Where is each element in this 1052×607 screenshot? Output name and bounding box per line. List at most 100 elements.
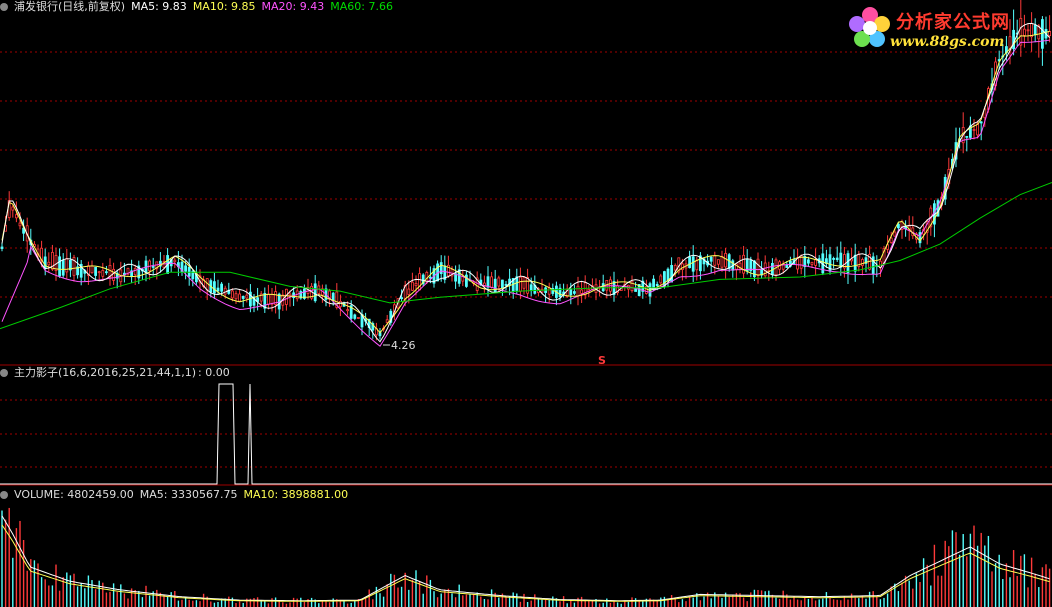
candle-body [720,255,724,268]
candle-body [835,257,839,261]
candle-body [428,276,432,279]
candle-body [580,289,583,294]
candle-body [18,222,22,227]
logo-url: www.88gs.com [890,34,1005,50]
candle-body [846,253,850,273]
volume-ma10: MA10: 3898881.00 [243,488,349,501]
volume-ma5: MA5: 3330567.75 [139,488,238,501]
candle-body [504,284,508,286]
candle-body [353,314,357,319]
candle-body [601,283,605,292]
chart-marks: 4.26 S [383,339,606,367]
candle-body [0,246,4,249]
candle-body [576,285,580,297]
candle-body [184,265,188,272]
ma10-line [1,30,1050,334]
candle-body [490,276,494,288]
candle-body [861,259,864,266]
candle-body [216,287,220,292]
candle-body [807,259,810,264]
candle-body [832,258,835,260]
candle-body [400,297,404,300]
candle-body [799,255,803,269]
volume-panel-header: VOLUME: 4802459.00 MA5: 3330567.75 MA10: 3… [0,488,354,502]
candle-body [979,121,983,124]
sell-marker: S [598,354,606,367]
panel-dot-icon[interactable] [0,3,8,11]
candle-body [331,292,335,302]
candle-body [385,319,389,323]
candle-body [573,291,576,294]
candle-body [814,259,817,266]
candle-body [97,271,101,274]
volume-bars [1,507,1051,607]
candle-body [133,268,137,276]
candle-body [230,290,234,299]
candle-body [529,284,533,291]
candle-body [101,270,105,277]
indicator-title: 主力影子(16,6,2016,25,21,44,1,1) [14,366,197,379]
candle-body [785,264,789,268]
panel-dot-icon[interactable] [0,369,8,377]
candle-body [691,256,695,272]
candle-body [94,266,97,276]
candle-body [688,256,691,269]
ma10-value: MA10: 9.85 [192,0,256,13]
price-panel-header: 浦发银行(日线,前复权) MA5: 9.83 MA10: 9.85 MA20: 9.4… [0,0,399,14]
candle-body [972,129,976,131]
candle-body [223,287,227,295]
candle-body [173,259,177,263]
candle-body [965,135,969,138]
candle-body [241,295,245,299]
candle-body [245,294,249,299]
candle-body [263,292,267,309]
ma20-line [1,39,1050,347]
candle-body [238,293,242,302]
candle-body [61,259,65,276]
candle-body [796,257,799,270]
price-title: 浦发银行(日线,前复权) [14,0,126,13]
candle-body [673,264,677,271]
candle-body [410,281,414,291]
candle-body [839,252,843,268]
volume-ma5-line [1,515,1050,602]
candle-body [414,283,418,286]
candle-body [655,283,659,287]
candle-body [695,259,699,271]
candle-body [464,274,468,287]
stock-chart[interactable]: 4.26 S [0,0,1052,607]
indicator-value: : 0.00 [198,366,230,379]
ma60-value: MA60: 7.66 [330,0,393,13]
candle-body [893,231,897,237]
candle-body [889,237,893,243]
candle-body [810,262,814,265]
candle-body [976,123,979,136]
candle-body [897,223,900,229]
candle-body [58,256,61,277]
candle-body [47,261,51,266]
panel-dot-icon[interactable] [0,491,8,499]
candle-body [187,266,191,277]
ma-lines [0,22,1052,602]
ma5-value: MA5: 9.83 [131,0,187,13]
candle-body [14,214,18,219]
candle-body [522,276,526,289]
ma60-line [0,182,1052,330]
candle-body [356,317,360,319]
candle-body [313,283,317,302]
candle-body [266,293,270,305]
candle-body [493,278,497,293]
candle-body [659,275,663,284]
candle-body [346,309,350,312]
candle-body [853,254,857,272]
candle-body [756,258,760,276]
candle-body [407,288,411,295]
candle-body [519,276,522,292]
candle-body [43,256,47,269]
candle-body [234,293,238,300]
candle-body [439,262,443,275]
candle-body [151,266,155,268]
candle-body [220,283,224,292]
candle-body [709,256,713,262]
volume-value: VOLUME: 4802459.00 [14,488,134,501]
